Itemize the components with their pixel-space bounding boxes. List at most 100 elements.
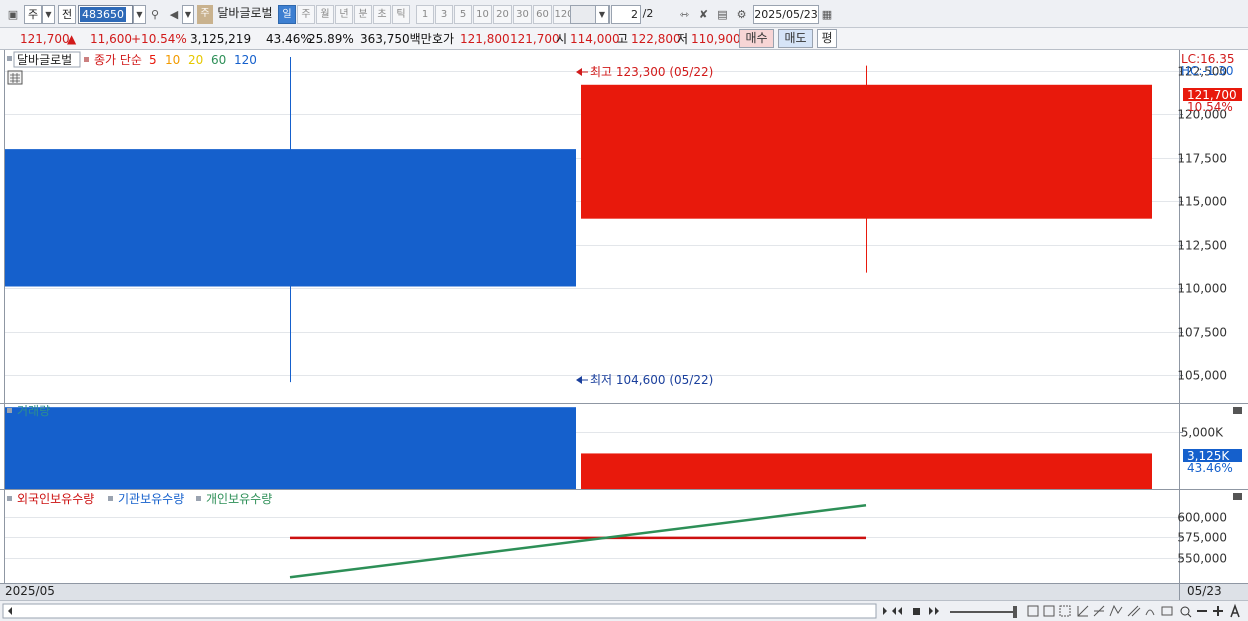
magnifier-handle	[1187, 613, 1192, 618]
period-tab-6[interactable]: 틱	[392, 5, 410, 24]
volume-bar-05/22[interactable]	[5, 407, 576, 489]
search-icon[interactable]: ⚲	[147, 5, 163, 24]
gear-icon[interactable]: ⚙	[733, 5, 750, 24]
select-icon[interactable]	[1059, 605, 1071, 617]
institution-legend-marker-icon	[108, 496, 113, 501]
period-tab-1[interactable]: 주	[297, 5, 315, 24]
period-tab-0[interactable]: 일	[278, 5, 296, 24]
compare-icon[interactable]: ⇿	[676, 5, 693, 24]
holding-tick-label: 600,000	[1177, 511, 1227, 525]
low-price: 110,900	[691, 32, 741, 46]
bid-price: 121,700	[510, 32, 560, 46]
save-icon[interactable]: ▤	[714, 5, 731, 24]
period-tab-5[interactable]: 초	[373, 5, 391, 24]
trade-amount: 363,750백만	[360, 32, 432, 46]
holding-panel-close-icon[interactable]	[1233, 493, 1242, 500]
ma-period-20: 20	[188, 53, 203, 67]
wave-icon[interactable]	[1109, 604, 1123, 617]
ma-period-60: 60	[211, 53, 226, 67]
calendar-icon[interactable]: ▦	[819, 5, 835, 24]
volume-panel-close-icon[interactable]	[1233, 407, 1242, 414]
quote-bar: 121,700 ▲ 11,600 +10.54% 3,125,219 43.46…	[0, 28, 1248, 50]
interval-tab-3[interactable]: 3	[435, 5, 453, 24]
zoom-slider-handle[interactable]	[1013, 606, 1017, 618]
price-arrow-icon: ▲	[67, 32, 77, 46]
trendline-icon[interactable]	[1077, 605, 1089, 617]
volume-tick-label: 5,000K	[1181, 426, 1224, 440]
period-tab-2[interactable]: 월	[316, 5, 334, 24]
interval-tab-5[interactable]: 5	[454, 5, 472, 24]
hc-label: HC:-1.30	[1181, 64, 1234, 78]
main-toolbar: ▣ 주 ▼ 전 483650 ▼ ⚲ ◀ ▼ 주 달바글로벌 일주월년분초틱 1…	[0, 0, 1248, 28]
interval-tab-30[interactable]: 30	[513, 5, 532, 24]
print-icon[interactable]	[1161, 606, 1173, 616]
code-dropdown-icon[interactable]: ▼	[133, 5, 146, 24]
period-tab-3[interactable]: 년	[335, 5, 353, 24]
x-axis-bar	[0, 583, 1248, 600]
candle-body-05/22[interactable]	[5, 149, 576, 287]
period-tab-4[interactable]: 분	[354, 5, 372, 24]
magnifier-icon[interactable]	[1180, 606, 1190, 616]
price-tick-label: 105,000	[1177, 369, 1227, 383]
price-legend-marker-icon	[7, 56, 12, 61]
speaker-icon[interactable]: ◀	[166, 5, 182, 24]
scroll-right-icon[interactable]	[883, 607, 887, 615]
bottom-toolbar-graphics	[2, 603, 1240, 619]
window-menu-icon[interactable]: ▣	[4, 5, 22, 24]
interval-tab-1[interactable]: 1	[416, 5, 434, 24]
tool-icon[interactable]: ✘	[695, 5, 712, 24]
interval-tab-20[interactable]: 20	[493, 5, 512, 24]
open-label: 시	[556, 32, 568, 46]
price-tick-label: 112,500	[1177, 239, 1227, 253]
stock-chart[interactable]: 105,000 107,500 110,000 112,500 115,000 117,5…	[0, 50, 1248, 600]
stock-name: 달바글로벌	[217, 6, 273, 20]
high-price: 122,800	[631, 32, 681, 46]
date-input[interactable]: 2025/05/23	[753, 5, 819, 24]
volume-pct-badge-text: 43.46%	[1187, 461, 1233, 475]
arc-icon[interactable]	[1145, 609, 1155, 616]
buy-button[interactable]: 매수	[739, 29, 774, 48]
channel-icon[interactable]	[1127, 605, 1141, 617]
holding-tick-label: 575,000	[1177, 531, 1227, 545]
foreign-holding-legend: 외국인보유수량	[17, 492, 94, 506]
copy-icon[interactable]	[1043, 605, 1055, 617]
stock-code-input[interactable]: 483650	[78, 5, 133, 24]
x-axis-left-label: 2025/05	[5, 584, 55, 598]
holding-y-ticks: 550,000 575,000 600,000	[1177, 511, 1227, 566]
prev-label: 전	[61, 8, 73, 21]
interval-tab-10[interactable]: 10	[473, 5, 492, 24]
speaker-dropdown-icon[interactable]: ▼	[182, 5, 194, 24]
market-selector[interactable]: 주	[24, 5, 42, 24]
chart-window: ▣ 주 ▼ 전 483650 ▼ ⚲ ◀ ▼ 주 달바글로벌 일주월년분초틱 1…	[0, 0, 1248, 621]
layout-icon[interactable]	[1027, 605, 1039, 617]
prev-button[interactable]: 전	[58, 5, 76, 24]
bottom-toolbar	[0, 600, 1248, 621]
page-current[interactable]: 2	[611, 5, 641, 24]
zoom-in-icon[interactable]	[1213, 606, 1223, 616]
volume-legend-label: 거래량	[17, 404, 50, 418]
market-dropdown-icon[interactable]: ▼	[42, 5, 55, 24]
high-label: 고	[617, 32, 629, 46]
interval-dropdown-icon[interactable]: ▼	[595, 5, 609, 24]
holding-tick-label: 550,000	[1177, 552, 1227, 566]
stop-icon[interactable]	[913, 608, 920, 615]
price-tick-label: 107,500	[1177, 326, 1227, 340]
horizontal-line-icon[interactable]	[1093, 605, 1105, 617]
table-view-icon[interactable]	[7, 70, 23, 85]
volume-bar-05/23[interactable]	[581, 453, 1152, 489]
rewind-icon[interactable]	[892, 607, 902, 615]
price-tick-label: 115,000	[1177, 195, 1227, 209]
horizontal-scrollbar[interactable]	[2, 603, 877, 619]
volume-y-ticks: 5,000K	[1179, 426, 1224, 440]
interval-tab-60[interactable]: 60	[533, 5, 552, 24]
font-size-icon[interactable]	[1230, 603, 1240, 618]
evaluation-button[interactable]: 평	[817, 29, 837, 48]
individual-holding-legend: 개인보유수량	[206, 492, 272, 506]
volume-legend-marker-icon	[7, 408, 12, 413]
individual-legend-marker-icon	[196, 496, 201, 501]
sell-button[interactable]: 매도	[778, 29, 813, 48]
market-label: 주	[27, 8, 39, 21]
fast-forward-icon[interactable]	[929, 607, 939, 615]
ma-legend-label: 종가 단순	[94, 53, 142, 67]
candle-body-05/23[interactable]	[581, 84, 1152, 219]
